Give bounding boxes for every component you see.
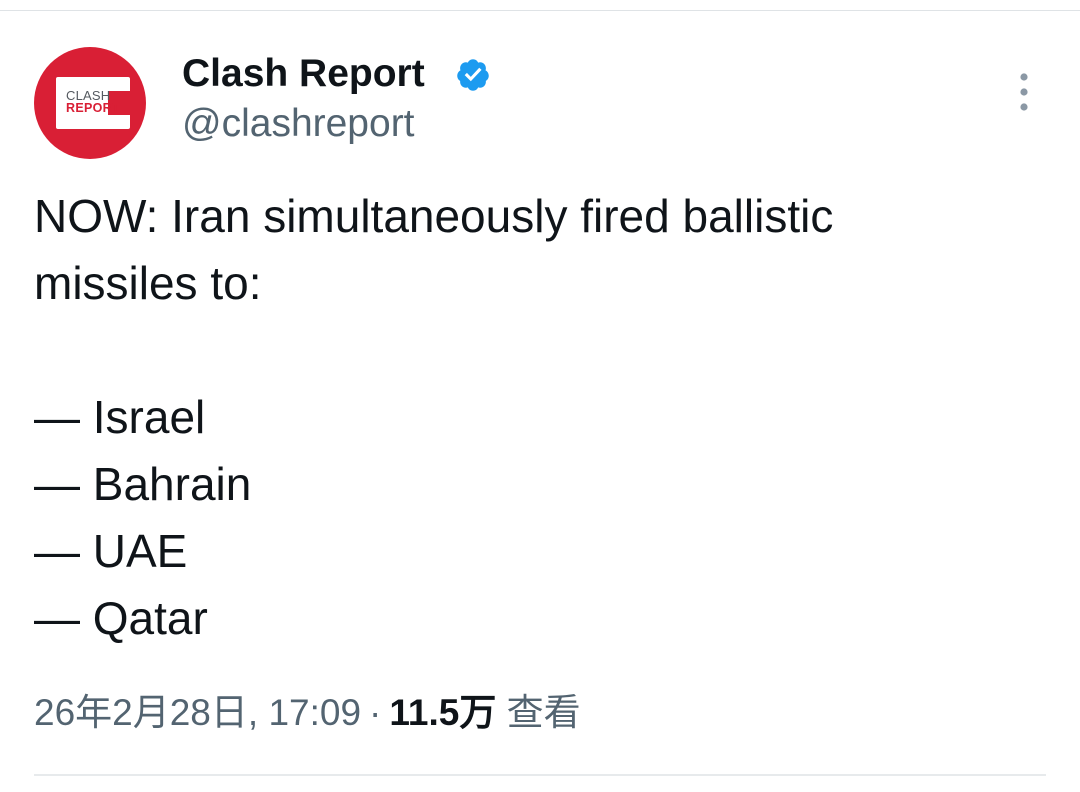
tweet-meta: 26年2月28日, 17:09 · 11.5万 查看 bbox=[34, 687, 581, 739]
verified-badge-icon bbox=[457, 59, 489, 91]
author-handle[interactable]: @clashreport bbox=[182, 100, 415, 148]
views-label: 查看 bbox=[506, 692, 581, 733]
views-count: 11.5万 bbox=[389, 692, 497, 733]
tweet-text: NOW: Iran simultaneously fired ballistic… bbox=[34, 190, 834, 644]
top-divider bbox=[0, 10, 1080, 11]
avatar[interactable]: CLASH REPORT bbox=[34, 47, 146, 159]
bottom-divider bbox=[34, 774, 1046, 776]
tweet-timestamp[interactable]: 26年2月28日, 17:09 bbox=[34, 692, 361, 733]
avatar-logo-text-bottom: REPORT bbox=[66, 101, 120, 115]
more-vertical-icon[interactable] bbox=[1006, 70, 1042, 114]
tweet-view: CLASH REPORT Clash Report @clashreport N… bbox=[0, 0, 1080, 792]
meta-separator: · bbox=[369, 692, 382, 733]
author-display-name[interactable]: Clash Report bbox=[182, 50, 425, 98]
